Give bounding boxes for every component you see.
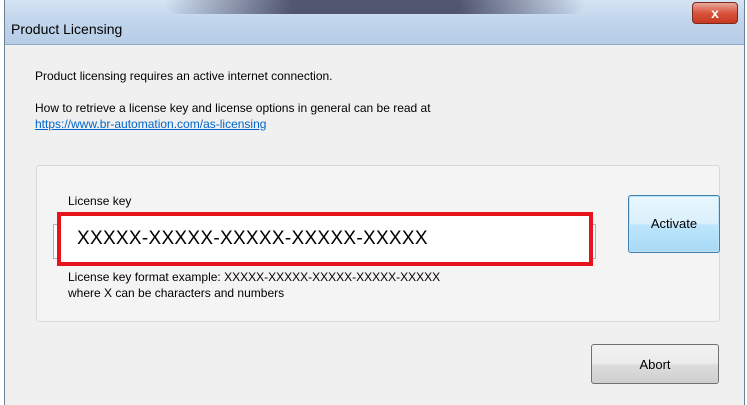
dialog-client-area: Product licensing requires an active int… bbox=[13, 48, 735, 400]
licensing-link[interactable]: https://www.br-automation.com/as-licensi… bbox=[35, 117, 266, 131]
license-key-format-example: License key format example: XXXXX-XXXXX-… bbox=[68, 270, 441, 284]
license-key-label: License key bbox=[68, 194, 132, 208]
window-title: Product Licensing bbox=[11, 21, 123, 37]
license-key-value: XXXXX-XXXXX-XXXXX-XXXXX-XXXXX bbox=[77, 228, 428, 249]
title-bar-glare bbox=[165, 0, 585, 14]
product-licensing-dialog: Product Licensing x Product licensing re… bbox=[4, 0, 745, 405]
abort-button[interactable]: Abort bbox=[591, 344, 719, 384]
license-key-highlight[interactable]: XXXXX-XXXXX-XXXXX-XXXXX-XXXXX bbox=[57, 212, 593, 266]
title-bar[interactable]: Product Licensing x bbox=[5, 0, 744, 45]
license-key-format-note: where X can be characters and numbers bbox=[68, 286, 285, 300]
license-info-text: How to retrieve a license key and licens… bbox=[35, 101, 431, 115]
close-icon: x bbox=[711, 5, 719, 21]
internet-requirement-text: Product licensing requires an active int… bbox=[35, 69, 333, 83]
close-button[interactable]: x bbox=[692, 2, 738, 24]
activate-button[interactable]: Activate bbox=[628, 195, 720, 253]
